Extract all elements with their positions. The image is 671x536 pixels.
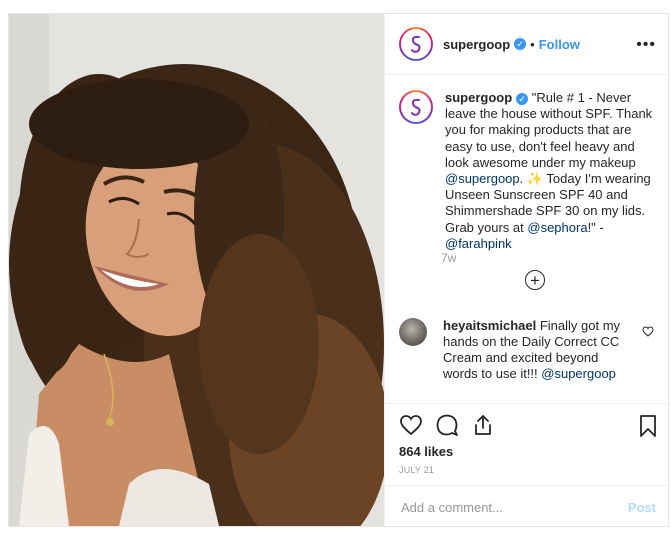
caption-username[interactable]: supergoop: [445, 90, 512, 105]
mention-link[interactable]: @farahpink: [445, 236, 512, 251]
more-options-icon[interactable]: •••: [636, 36, 656, 54]
portrait-illustration: [9, 14, 384, 526]
post-side-panel: supergoop ✓ • Follow ••• supergoop ✓ "Rul…: [384, 14, 670, 526]
commenter-avatar[interactable]: [399, 318, 427, 346]
mention-link[interactable]: @sephora: [527, 220, 587, 235]
likes-count[interactable]: 864 likes: [399, 444, 453, 459]
header-username[interactable]: supergoop: [443, 37, 510, 52]
plus-circle-icon[interactable]: +: [525, 270, 545, 290]
caption-avatar[interactable]: [399, 90, 433, 124]
caption-text: supergoop ✓ "Rule # 1 - Never leave the h…: [445, 90, 655, 252]
supergoop-logo-icon: [411, 35, 421, 53]
separator-dot: •: [530, 36, 535, 52]
caption-avatar-inner: [401, 92, 431, 122]
verified-badge-icon: ✓: [514, 38, 527, 50]
instagram-post: supergoop ✓ • Follow ••• supergoop ✓ "Rul…: [8, 13, 670, 527]
header-user-info: supergoop ✓ • Follow: [443, 37, 580, 52]
post-caption: supergoop ✓ "Rule # 1 - Never leave the h…: [399, 90, 661, 252]
comment-text: heyaitsmichael Finally got my hands on t…: [443, 318, 633, 382]
post-date[interactable]: JULY 21: [399, 465, 434, 475]
share-icon[interactable]: [471, 414, 495, 441]
comment-icon[interactable]: [435, 414, 459, 441]
caption-text-part3: !" -: [587, 219, 604, 235]
comment-username[interactable]: heyaitsmichael: [443, 318, 536, 333]
heart-outline-icon[interactable]: [399, 414, 423, 441]
comment-item: heyaitsmichael Finally got my hands on t…: [399, 318, 661, 382]
mention-link[interactable]: @supergoop: [541, 366, 616, 381]
mention-link[interactable]: @supergoop: [445, 171, 520, 186]
post-photo[interactable]: [9, 14, 384, 526]
profile-avatar[interactable]: [399, 27, 433, 61]
add-comment-bar: Post: [385, 485, 670, 528]
verified-badge-icon: ✓: [516, 93, 529, 106]
comment-input[interactable]: [399, 498, 623, 516]
post-actions: 864 likes JULY 21 Post: [385, 403, 670, 527]
comment-like-heart-icon[interactable]: [642, 326, 654, 337]
bookmark-icon[interactable]: [638, 414, 658, 443]
post-header: supergoop ✓ • Follow •••: [385, 14, 670, 75]
avatar-inner: [401, 29, 431, 59]
supergoop-logo-icon: [411, 98, 421, 116]
follow-button[interactable]: Follow: [539, 37, 580, 52]
action-icons: [399, 414, 495, 441]
post-comment-button[interactable]: Post: [628, 500, 656, 515]
caption-time[interactable]: 7w: [441, 251, 456, 265]
